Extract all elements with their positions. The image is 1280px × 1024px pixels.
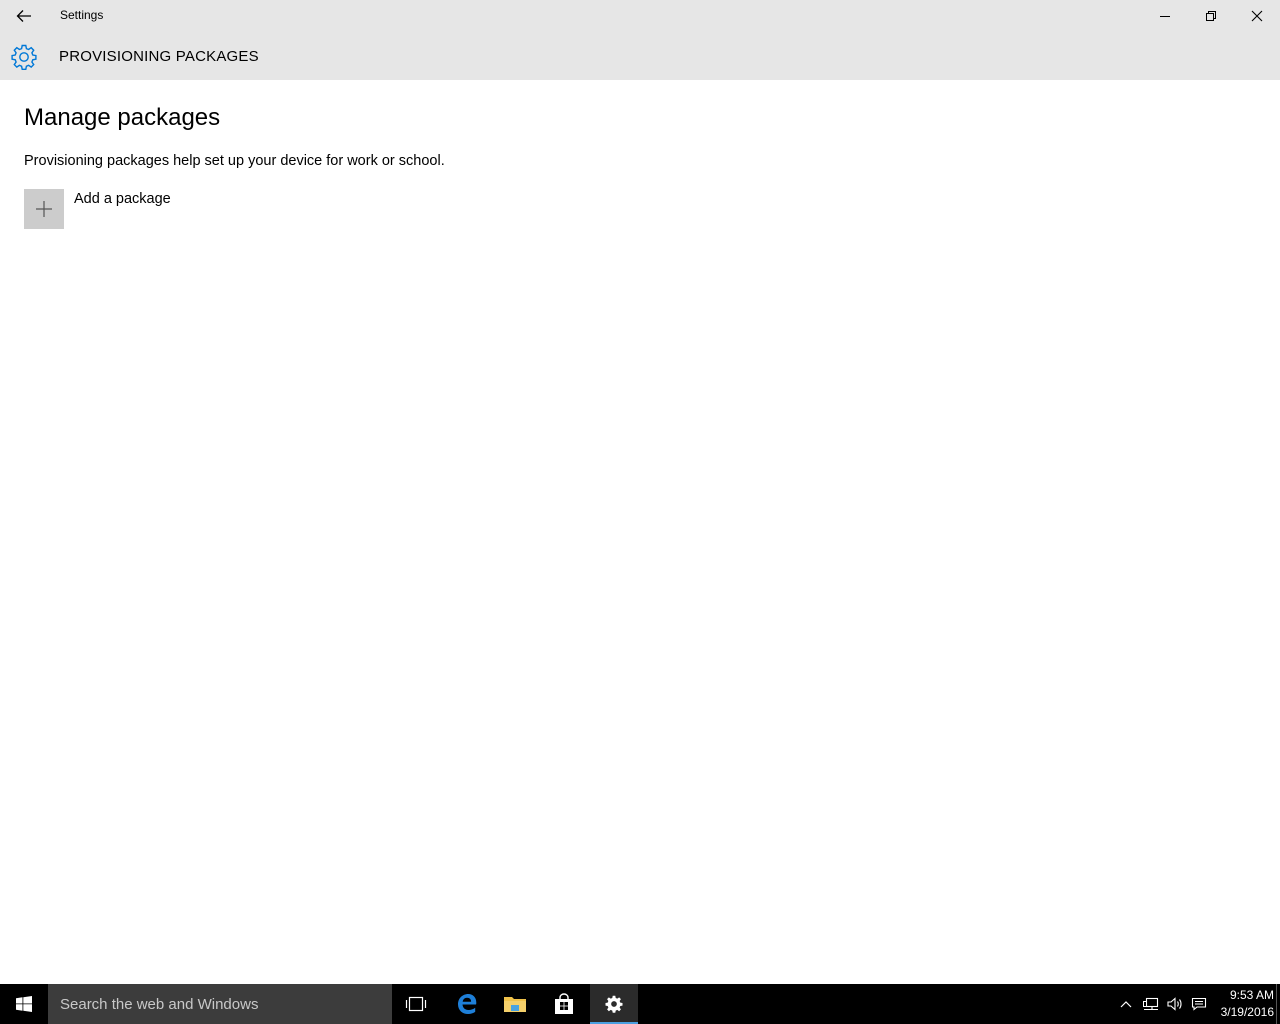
back-arrow-icon	[16, 10, 31, 22]
close-button[interactable]	[1234, 0, 1280, 32]
restore-icon	[1206, 11, 1216, 21]
start-button[interactable]	[0, 984, 48, 1024]
show-hidden-icons-button[interactable]	[1114, 984, 1138, 1024]
edge-button[interactable]	[443, 984, 491, 1024]
store-button[interactable]	[540, 984, 588, 1024]
folder-icon	[504, 997, 526, 1012]
clock[interactable]: 9:53 AM 3/19/2016	[1210, 987, 1274, 1021]
network-icon	[1143, 997, 1159, 1011]
add-package-label: Add a package	[74, 191, 171, 207]
volume-icon	[1167, 997, 1182, 1011]
task-view-button[interactable]	[392, 984, 440, 1024]
show-desktop-button[interactable]	[1276, 984, 1280, 1024]
restore-button[interactable]	[1188, 0, 1234, 32]
action-center-button[interactable]	[1187, 984, 1211, 1024]
search-input[interactable]	[48, 984, 392, 1024]
taskbar-search[interactable]	[48, 984, 392, 1024]
gear-icon	[11, 44, 37, 70]
close-icon	[1251, 10, 1263, 22]
chevron-up-icon	[1120, 1001, 1132, 1008]
gear-icon	[605, 995, 623, 1013]
section-description: Provisioning packages help set up your d…	[24, 153, 445, 169]
plus-tile	[24, 189, 64, 229]
action-center-icon	[1191, 997, 1207, 1011]
clock-time: 9:53 AM	[1229, 988, 1274, 1002]
settings-taskbar-button[interactable]	[590, 984, 638, 1024]
store-icon	[555, 993, 573, 1014]
plus-icon	[36, 201, 52, 217]
section-heading: Manage packages	[24, 104, 221, 131]
page-title: PROVISIONING PACKAGES	[59, 48, 259, 65]
file-explorer-button[interactable]	[491, 984, 539, 1024]
add-package-button[interactable]: Add a package	[24, 189, 171, 229]
task-view-icon	[405, 996, 427, 1012]
volume-button[interactable]	[1163, 984, 1187, 1024]
window-title: Settings	[60, 8, 104, 22]
taskbar: 9:53 AM 3/19/2016	[0, 984, 1280, 1024]
minimize-button[interactable]	[1142, 0, 1188, 32]
windows-logo-icon	[16, 996, 32, 1012]
page-header: PROVISIONING PACKAGES	[0, 32, 1280, 80]
edge-icon	[458, 994, 477, 1014]
minimize-icon	[1160, 16, 1170, 17]
network-button[interactable]	[1139, 984, 1163, 1024]
title-bar: Settings	[0, 0, 1280, 32]
back-button[interactable]	[0, 0, 48, 32]
clock-date: 3/19/2016	[1220, 1005, 1274, 1019]
